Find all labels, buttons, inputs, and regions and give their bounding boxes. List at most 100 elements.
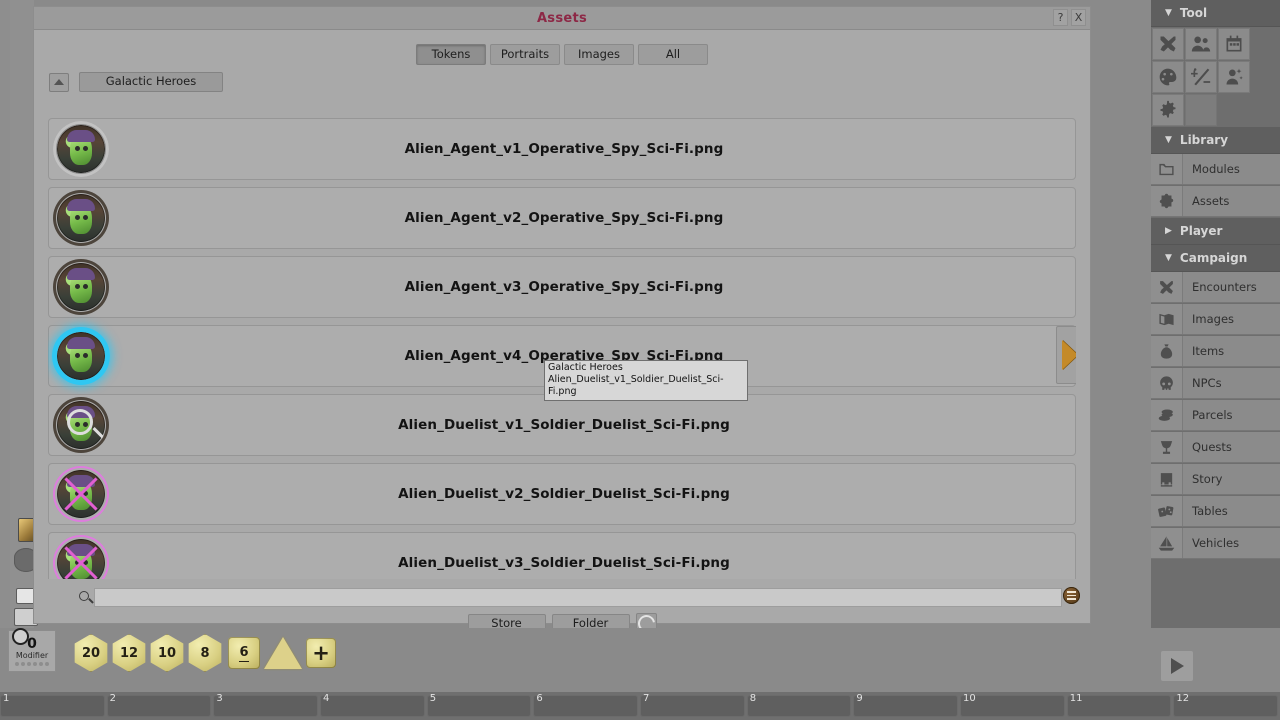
sidebar-item-quests[interactable]: Quests: [1151, 432, 1280, 463]
token-ring-dark: [53, 190, 109, 246]
sidebar-item-parcels[interactable]: Parcels: [1151, 400, 1280, 431]
puzzle-piece-icon: [1151, 186, 1183, 216]
asset-list[interactable]: Alien_Agent_v1_Operative_Spy_Sci-Fi.png …: [48, 118, 1076, 579]
avatar[interactable]: [53, 397, 109, 453]
avatar[interactable]: [53, 328, 109, 384]
die-label: 10: [157, 645, 177, 661]
sidebar-section-label: Tool: [1179, 6, 1208, 20]
tab-portraits[interactable]: Portraits: [490, 44, 560, 65]
timeline-slot-number: 10: [963, 693, 976, 704]
sidebar-item-label: Parcels: [1192, 408, 1233, 422]
timeline-slot[interactable]: 12: [1173, 693, 1279, 717]
sidebar-item-encounters[interactable]: Encounters: [1151, 272, 1280, 303]
sidebar-section-library[interactable]: ▼ Library: [1151, 127, 1280, 154]
tab-images[interactable]: Images: [564, 44, 634, 65]
die-d6-button[interactable]: 6: [228, 637, 260, 669]
help-button[interactable]: ?: [1053, 9, 1068, 26]
sidebar-item-vehicles[interactable]: Vehicles: [1151, 528, 1280, 559]
person-sparkle-icon: [1226, 68, 1243, 85]
sidebar-item-npcs[interactable]: NPCs: [1151, 368, 1280, 399]
sidebar-section-label: Campaign: [1179, 251, 1248, 265]
sidebar-item-tables[interactable]: Tables: [1151, 496, 1280, 527]
timeline-slot[interactable]: 10: [960, 693, 1065, 717]
avatar[interactable]: [53, 535, 109, 579]
filter-tabs: Tokens Portraits Images All: [34, 30, 1090, 65]
table-row[interactable]: Alien_Duelist_v3_Soldier_Duelist_Sci-Fi.…: [48, 532, 1076, 579]
table-row[interactable]: Alien_Duelist_v2_Soldier_Duelist_Sci-Fi.…: [48, 463, 1076, 525]
list-next-page-button[interactable]: [1056, 326, 1076, 384]
timeline-slot-number: 2: [109, 693, 117, 704]
turn-timeline: 1 2 3 4 5 6 7 8 9 10 11 12: [0, 692, 1280, 720]
timeline-slot[interactable]: 1: [0, 693, 105, 717]
tool-party-button[interactable]: [1185, 28, 1217, 60]
tool-calendar-button[interactable]: [1218, 28, 1250, 60]
avatar[interactable]: [53, 121, 109, 177]
play-button[interactable]: [1160, 650, 1194, 682]
modifier-widget[interactable]: 0 Modifier: [8, 628, 56, 672]
timeline-slot[interactable]: 7: [640, 693, 745, 717]
sidebar-item-images[interactable]: Images: [1151, 304, 1280, 335]
modifier-label: Modifier: [15, 650, 49, 660]
timeline-slot[interactable]: 8: [746, 693, 852, 717]
goblet-icon: [1151, 432, 1183, 462]
caret-down-icon: ▼: [1165, 135, 1172, 145]
tool-npc-spawn-button[interactable]: [1218, 61, 1250, 93]
plus-minus-icon: [1191, 68, 1211, 86]
timeline-slot[interactable]: 11: [1066, 693, 1172, 717]
hamburger-menu-icon[interactable]: [1063, 587, 1080, 604]
sidebar-item-modules[interactable]: Modules: [1151, 154, 1280, 185]
die-d10-button[interactable]: 10: [150, 634, 184, 672]
token-ring-plain: [53, 121, 109, 177]
navigate-up-button[interactable]: [49, 72, 69, 92]
timeline-slot[interactable]: 6: [533, 693, 639, 717]
sidebar-item-story[interactable]: Story: [1151, 464, 1280, 495]
avatar[interactable]: [53, 190, 109, 246]
timeline-slot[interactable]: 2: [106, 693, 212, 717]
breadcrumb-folder-button[interactable]: Galactic Heroes: [79, 72, 223, 92]
gear-icon[interactable]: [12, 628, 29, 645]
sidebar-item-label: Assets: [1192, 194, 1230, 208]
sidebar-item-items[interactable]: Items: [1151, 336, 1280, 367]
asset-filename: Alien_Duelist_v1_Soldier_Duelist_Sci-Fi.…: [398, 417, 730, 433]
add-die-button[interactable]: +: [306, 638, 336, 668]
sidebar-item-label: Tables: [1192, 504, 1228, 518]
die-d12-button[interactable]: 12: [112, 634, 146, 672]
search-input[interactable]: [94, 587, 1062, 607]
tab-tokens[interactable]: Tokens: [416, 44, 486, 65]
caret-down-icon: ▼: [1165, 253, 1172, 263]
window-body: Tokens Portraits Images All Galactic Her…: [34, 30, 1090, 662]
avatar[interactable]: [53, 259, 109, 315]
timeline-slot[interactable]: 3: [213, 693, 319, 717]
sidebar-item-assets[interactable]: Assets: [1151, 186, 1280, 217]
timeline-slot[interactable]: 9: [853, 693, 959, 717]
sidebar-section-campaign[interactable]: ▼ Campaign: [1151, 245, 1280, 272]
book-icon: [1151, 464, 1183, 494]
die-d8-button[interactable]: 8: [188, 634, 222, 672]
timeline-slot-number: 4: [323, 693, 330, 704]
table-row[interactable]: Alien_Agent_v3_Operative_Spy_Sci-Fi.png: [48, 256, 1076, 318]
die-d4-button[interactable]: [264, 636, 302, 670]
sidebar-item-label: Modules: [1192, 162, 1240, 176]
sidebar-section-player[interactable]: ▶ Player: [1151, 218, 1280, 245]
tool-plus-minus-button[interactable]: [1185, 61, 1217, 93]
die-label: 6: [239, 644, 249, 662]
table-row[interactable]: Alien_Agent_v2_Operative_Spy_Sci-Fi.png: [48, 187, 1076, 249]
tab-all[interactable]: All: [638, 44, 708, 65]
avatar[interactable]: [53, 466, 109, 522]
die-d20-button[interactable]: 20: [74, 634, 108, 672]
tool-settings-button[interactable]: [1152, 94, 1184, 126]
tool-palette-button[interactable]: [1152, 61, 1184, 93]
timeline-slot[interactable]: 4: [320, 693, 425, 717]
sidebar-item-label: NPCs: [1192, 376, 1222, 390]
window-buttons: ? X: [1053, 9, 1086, 26]
modifier-dots[interactable]: [15, 661, 49, 666]
token-ring-dark: [53, 259, 109, 315]
timeline-slot[interactable]: 5: [426, 693, 532, 717]
close-button[interactable]: X: [1071, 9, 1086, 26]
table-row[interactable]: Alien_Duelist_v1_Soldier_Duelist_Sci-Fi.…: [48, 394, 1076, 456]
sidebar-section-tool[interactable]: ▼ Tool: [1151, 0, 1280, 27]
window-titlebar[interactable]: Assets ? X: [34, 7, 1090, 30]
table-row[interactable]: Alien_Agent_v1_Operative_Spy_Sci-Fi.png: [48, 118, 1076, 180]
tool-crossed-swords-button[interactable]: [1152, 28, 1184, 60]
timeline-slot-number: 12: [1176, 693, 1190, 704]
